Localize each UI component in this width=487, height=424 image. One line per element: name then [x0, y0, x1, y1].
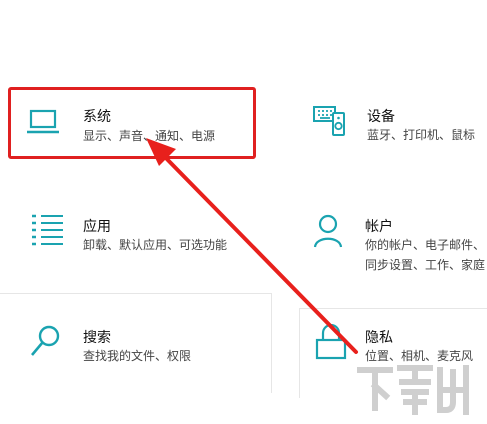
lock-icon	[315, 324, 347, 360]
tile-apps[interactable]: 应用 卸载、默认应用、可选功能	[30, 213, 250, 257]
divider	[271, 293, 272, 393]
tile-system[interactable]: 系统 显示、声音、通知、电源	[25, 106, 245, 150]
tile-apps-title: 应用	[83, 219, 111, 235]
tile-system-desc: 显示、声音、通知、电源	[83, 129, 216, 143]
tile-devices-title: 设备	[367, 109, 395, 125]
tile-accounts-desc: 你的帐户、电子邮件、同步设置、工作、家庭	[365, 238, 486, 272]
tile-search-title: 搜索	[83, 330, 111, 346]
tile-search[interactable]: 搜索 查找我的文件、权限	[30, 324, 250, 368]
divider	[299, 308, 300, 398]
tile-devices[interactable]: 设备 蓝牙、打印机、鼠标	[312, 104, 487, 148]
tile-privacy-title: 隐私	[365, 330, 393, 346]
tile-accounts-title: 帐户	[365, 219, 393, 235]
tile-accounts[interactable]: 帐户 你的帐户、电子邮件、同步设置、工作、家庭	[312, 213, 487, 273]
divider	[299, 308, 487, 309]
laptop-icon	[27, 109, 59, 134]
search-icon	[31, 325, 60, 356]
tile-apps-desc: 卸载、默认应用、可选功能	[83, 238, 228, 252]
tile-search-desc: 查找我的文件、权限	[83, 349, 192, 363]
keyboard-speaker-icon	[313, 106, 345, 136]
tile-devices-desc: 蓝牙、打印机、鼠标	[367, 128, 476, 142]
watermark-logo	[357, 365, 469, 415]
divider	[0, 293, 272, 294]
app-list-icon	[32, 214, 63, 246]
person-icon	[313, 214, 343, 248]
tile-system-title: 系统	[83, 109, 111, 125]
